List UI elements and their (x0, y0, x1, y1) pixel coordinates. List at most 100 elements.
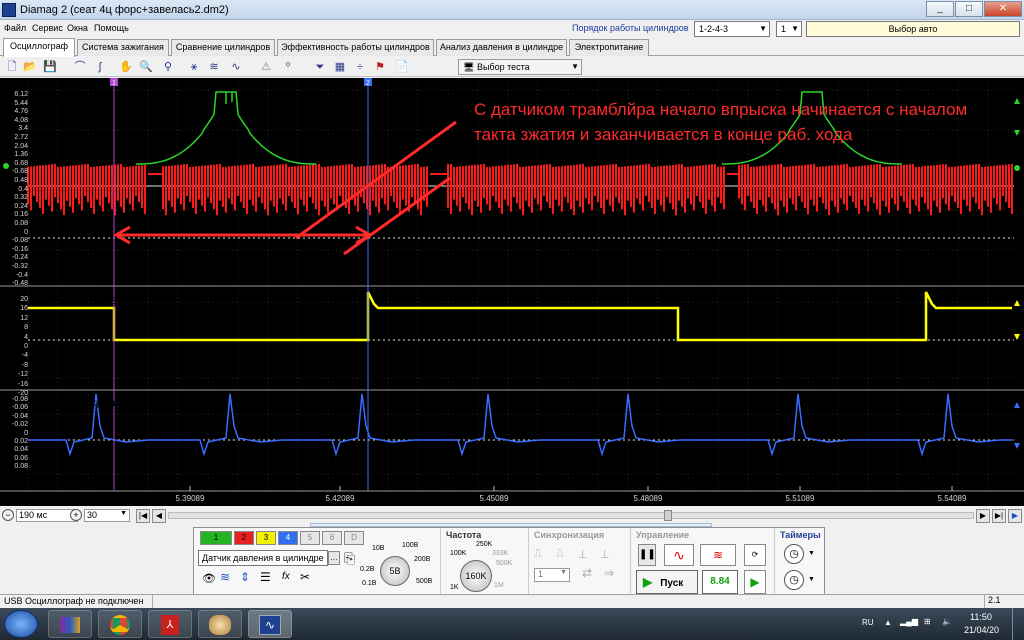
marker-icon[interactable]: ⚑ (372, 59, 388, 75)
fft-icon[interactable]: ∫ (92, 59, 108, 75)
open-folder-icon[interactable]: 📂 (22, 59, 38, 75)
sync-rising-icon[interactable]: ⎍ (534, 548, 542, 561)
time-controls: − 190 мс + 30 ▼ |◀ ◀ ▶ ▶| ▶ (0, 508, 1024, 524)
save-icon[interactable]: 💾 (42, 59, 58, 75)
cyl-number-select[interactable]: 1 ▼ (776, 21, 802, 37)
tray-signal-icon[interactable]: ▂▄▆ (900, 617, 918, 626)
first-page-button[interactable]: |◀ (136, 509, 150, 523)
taskbar-paint-icon[interactable] (198, 610, 242, 638)
channel-4-button[interactable]: 4 (278, 531, 298, 545)
tab-cylinder-efficiency[interactable]: Эффективность работы цилиндров (277, 39, 434, 56)
chevron-down-icon[interactable]: ▼ (808, 576, 815, 583)
tab-compare-cylinders[interactable]: Сравнение цилиндров (171, 39, 275, 56)
taskbar-winrar-icon[interactable] (48, 610, 92, 638)
tab-ignition[interactable]: Система зажигания (77, 39, 169, 56)
tab-power[interactable]: Электропитание (569, 39, 649, 56)
taskbar-chrome-icon[interactable] (98, 610, 142, 638)
sync-edge-icon[interactable]: ⊥ (578, 548, 588, 561)
scale-icon[interactable]: ⇕ (240, 570, 250, 584)
menu-help[interactable]: Помощь (94, 23, 129, 33)
prev-button[interactable]: ◀ (152, 509, 166, 523)
frequency-knob-value: 160K (465, 571, 487, 581)
cursor-icon[interactable]: ⚲ (160, 59, 176, 75)
wave-icon[interactable]: ≋ (206, 59, 222, 75)
zoom-out-icon[interactable]: − (2, 509, 14, 521)
tray-volume-icon[interactable]: 🔈 (942, 617, 952, 626)
taskbar-pdf-icon[interactable]: ⅄ (148, 610, 192, 638)
tray-network-icon[interactable]: ⊞ (924, 617, 931, 626)
scale-label: -0.08 (12, 396, 28, 403)
maximize-button[interactable]: □ (955, 1, 983, 17)
hand-icon[interactable]: ✋ (118, 59, 134, 75)
sensor-select[interactable]: Датчик давления в цилиндре (198, 550, 328, 566)
continuous-wave-icon[interactable]: ≋ (700, 544, 736, 566)
channel-d-button[interactable]: D (344, 531, 364, 545)
divider-icon[interactable]: ÷ (352, 59, 368, 75)
tray-language[interactable]: RU (862, 618, 874, 627)
invert-icon[interactable]: ≋ (220, 570, 230, 584)
document-icon[interactable]: 📄 (394, 59, 410, 75)
sync-falling-icon[interactable]: ⎍ (556, 548, 564, 561)
trigger-icon[interactable]: ⌒ (72, 59, 88, 75)
scale-label: 2.04 (14, 142, 28, 150)
play-button[interactable]: ▶ (1008, 509, 1022, 523)
tab-pressure-analysis[interactable]: Анализ давления в цилиндре (436, 39, 567, 56)
cyl-order-select[interactable]: 1-2-4-3 ▼ (694, 21, 770, 37)
filter-lines-icon[interactable]: ☰ (260, 570, 271, 584)
filter-icon[interactable]: ⏷ (312, 59, 328, 75)
show-desktop-button[interactable] (1012, 608, 1024, 640)
ignition-icon[interactable]: ⚠ (258, 59, 274, 75)
channel-1-button[interactable]: 1 (200, 531, 232, 545)
function-icon[interactable]: fx (282, 571, 290, 582)
sync-channel-select[interactable]: 1 ▼ (534, 568, 570, 582)
chevron-down-icon[interactable]: ▼ (808, 550, 815, 557)
timer-2-icon[interactable]: ◷ (784, 570, 804, 590)
menu-windows[interactable]: Окна (67, 23, 88, 33)
scrollbar-thumb[interactable] (664, 510, 672, 521)
start-button[interactable]: ▶ Пуск (636, 570, 698, 594)
zero-icon[interactable]: ⁰ (280, 59, 296, 75)
sensor-more-button[interactable]: … (328, 551, 340, 565)
auto-icon[interactable]: ⟳ (744, 544, 766, 566)
count-select[interactable]: 30 ▼ (84, 509, 130, 522)
sync-mode-icon[interactable]: ⇄ (582, 566, 592, 580)
time-div-select[interactable]: 190 мс (16, 509, 78, 522)
next-button[interactable]: ▶ (976, 509, 990, 523)
taskbar-diamag-icon[interactable]: ∿ (248, 610, 292, 638)
menu-service[interactable]: Сервис (32, 23, 63, 33)
minimize-button[interactable]: _ (926, 1, 954, 17)
auto-start-icon[interactable]: ▶ (744, 570, 766, 594)
sync-level-icon[interactable]: ⊥ (600, 548, 610, 561)
tools-icon[interactable]: ✂ (300, 570, 310, 584)
menu-file[interactable]: Файл (4, 23, 26, 33)
grid-icon[interactable]: ▦ (332, 59, 348, 75)
scale-label: -0.04 (12, 412, 28, 420)
test-select[interactable]: 🖥 Выбор теста ▼ (458, 59, 582, 75)
channel-5-button[interactable]: 5 (300, 531, 320, 545)
scrollbar-track[interactable] (168, 512, 974, 519)
timer-1-icon[interactable]: ◷ (784, 544, 804, 564)
auto-select-button[interactable]: Выбор авто (806, 21, 1020, 37)
volt-knob[interactable]: 5В (380, 556, 410, 586)
channel-6-button[interactable]: 6 (322, 531, 342, 545)
single-wave-icon[interactable]: ∿ (664, 544, 694, 566)
zoom-icon[interactable]: 🔍 (138, 59, 154, 75)
channel-3-trace (28, 291, 1012, 342)
last-page-button[interactable]: ▶| (992, 509, 1006, 523)
signal-icon[interactable]: ∿ (228, 59, 244, 75)
oscilloscope-plot[interactable]: 1 2 1 Датчик давления в цилиндре (Bar) 3… (0, 78, 1024, 506)
zoom-in-icon[interactable]: + (70, 509, 82, 521)
pause-button[interactable]: ❚❚ (638, 544, 656, 566)
close-button[interactable]: ✕ (984, 1, 1022, 17)
tab-oscilloscope[interactable]: Осциллограф (3, 38, 75, 57)
channel-2-button[interactable]: 2 (234, 531, 254, 545)
channel-3-button[interactable]: 3 (256, 531, 276, 545)
start-orb[interactable] (4, 610, 38, 638)
frequency-knob[interactable]: 160K (460, 560, 492, 592)
sync-auto-icon[interactable]: ⇒ (604, 566, 614, 580)
new-file-icon[interactable]: 🗋 (4, 59, 20, 75)
eye-icon[interactable]: 👁 (202, 572, 216, 585)
sensor-icon[interactable]: ⎘ (344, 550, 355, 567)
tray-up-icon[interactable]: ▲ (884, 618, 892, 627)
measure-icon[interactable]: ⚹ (186, 59, 202, 75)
